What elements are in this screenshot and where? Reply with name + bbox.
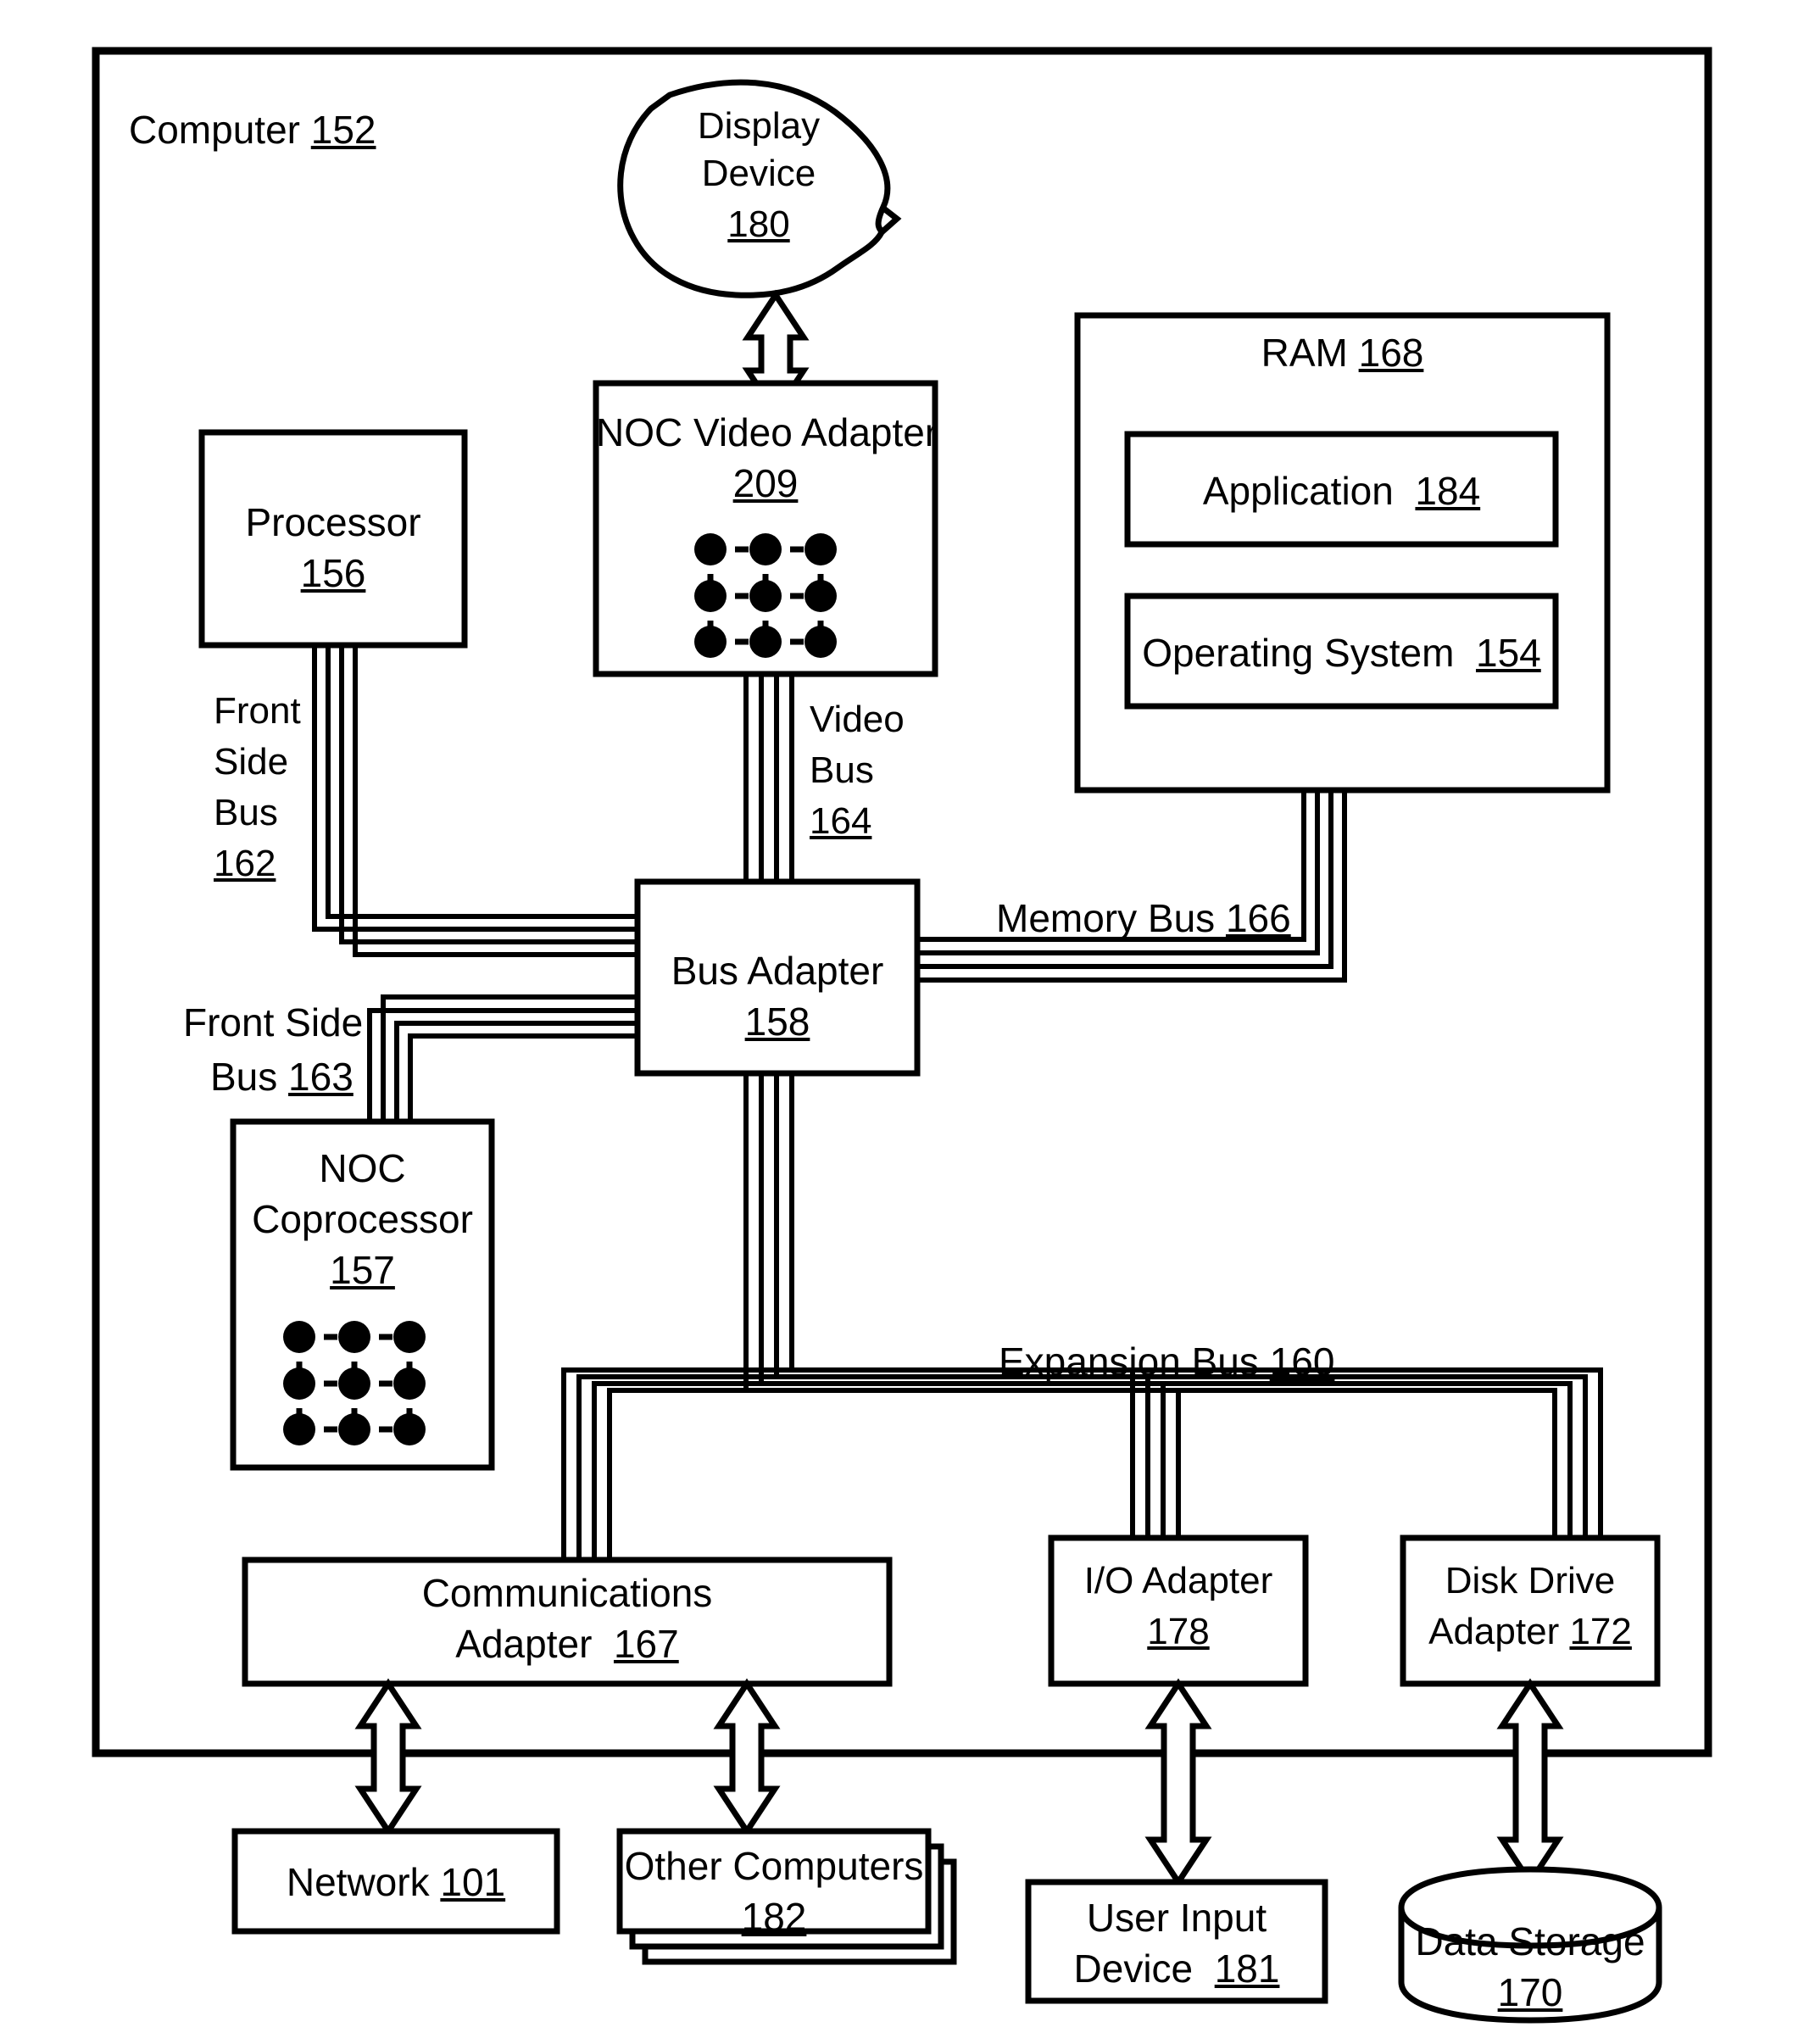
ram-box [1074, 312, 1611, 794]
computer-frame-label: Computer 152 [129, 108, 376, 152]
processor-label: Processor [245, 500, 421, 544]
video-bus-164-line1: Video [810, 699, 905, 740]
noc-coprocessor-label-1: NOC [319, 1146, 406, 1190]
expansion-bus-160-label: Expansion Bus 160 [999, 1339, 1335, 1384]
noc-video-adapter-ref: 209 [732, 461, 799, 505]
front-side-bus-162-line2: Side [214, 741, 289, 783]
bus-adapter-label: Bus Adapter [671, 949, 884, 993]
video-bus-164-ref: 164 [810, 800, 872, 842]
operating-system-label: Operating System 154 [1142, 631, 1541, 675]
front-side-bus-162-line1: Front [214, 690, 301, 732]
video-bus-164-lines [743, 674, 794, 882]
data-storage-label: Data Storage [1415, 1919, 1645, 1963]
front-side-bus-162-line3: Bus [214, 792, 278, 833]
noc-coprocessor-ref: 157 [330, 1248, 395, 1292]
ram-label: RAM 168 [1261, 331, 1424, 375]
display-device-notch [879, 204, 902, 235]
communications-adapter-label-2: Adapter 167 [455, 1622, 679, 1666]
communications-adapter-label-1: Communications [421, 1571, 713, 1615]
memory-bus-166-lines [917, 790, 1347, 983]
display-video-arrow [742, 289, 810, 419]
io-user-input-arrow [1144, 1678, 1212, 1888]
video-bus-164-line2: Bus [810, 749, 874, 791]
io-adapter-label: I/O Adapter [1083, 1560, 1273, 1601]
memory-bus-166-label: Memory Bus 166 [996, 896, 1291, 940]
other-computers-ref: 182 [741, 1895, 807, 1939]
noc-coprocessor-mesh [283, 1321, 426, 1445]
display-device-ref: 180 [727, 203, 790, 245]
front-side-bus-163-line2: Bus 163 [210, 1055, 354, 1099]
expansion-bus-160-lines [561, 1073, 1603, 1560]
noc-video-adapter-mesh [694, 533, 837, 658]
processor-ref: 156 [300, 551, 366, 595]
front-side-bus-162-ref: 162 [214, 843, 276, 884]
io-adapter-ref: 178 [1147, 1611, 1210, 1652]
noc-coprocessor-label-2: Coprocessor [252, 1197, 473, 1241]
application-label: Application 184 [1202, 469, 1481, 513]
computer-frame [92, 47, 1712, 1757]
diagram-canvas: .st { fill: none; stroke: #000; stroke-w… [0, 0, 1815, 2044]
network-label: Network 101 [286, 1860, 506, 1904]
display-device-label-2: Device [701, 153, 816, 194]
user-input-device-label-2: Device 181 [1073, 1947, 1280, 1991]
data-storage-ref: 170 [1497, 1970, 1563, 2014]
disk-data-storage-arrow [1496, 1678, 1564, 1888]
comms-network-arrow [354, 1678, 422, 1837]
comms-other-computers-arrow [713, 1678, 781, 1837]
user-input-device-label-1: User Input [1086, 1896, 1267, 1940]
front-side-bus-163-line1: Front Side [183, 1000, 364, 1044]
noc-video-adapter-label: NOC Video Adapter [596, 410, 938, 454]
other-computers-label: Other Computers [624, 1844, 924, 1888]
bus-adapter-ref: 158 [744, 1000, 810, 1044]
disk-drive-adapter-label-2: Adapter 172 [1428, 1611, 1632, 1652]
disk-drive-adapter-label-1: Disk Drive [1445, 1560, 1616, 1601]
display-device-label: Display [697, 105, 821, 147]
